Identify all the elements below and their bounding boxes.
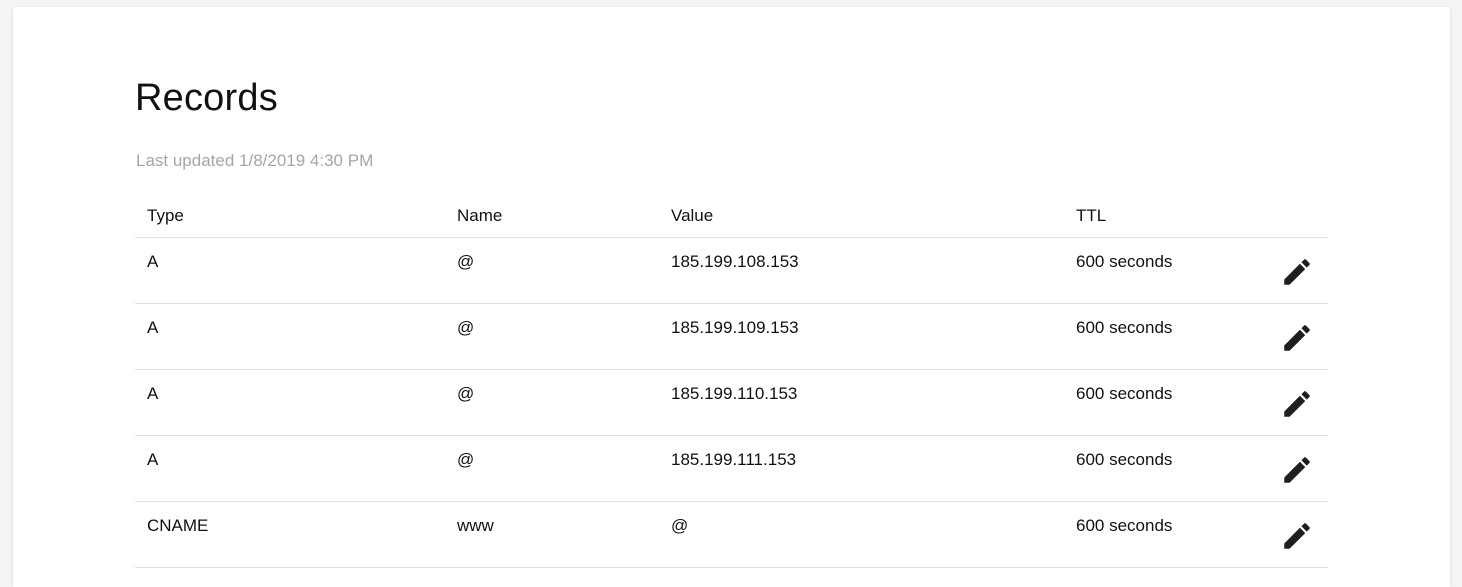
record-name: @	[445, 303, 659, 370]
page-title: Records	[135, 77, 278, 119]
record-actions	[1254, 369, 1328, 436]
record-name: www	[445, 501, 659, 568]
record-actions	[1254, 303, 1328, 370]
table-row: A @ 185.199.109.153 600 seconds	[135, 303, 1328, 370]
record-value: 185.199.109.153	[659, 303, 1064, 370]
records-table: Type Name Value TTL A @ 185.199.108.153 …	[135, 195, 1328, 568]
edit-record-button[interactable]	[1277, 384, 1317, 424]
record-name: @	[445, 237, 659, 304]
column-header-ttl: TTL	[1064, 195, 1254, 238]
edit-record-button[interactable]	[1277, 252, 1317, 292]
pencil-icon	[1284, 523, 1310, 549]
record-type: A	[135, 435, 445, 502]
edit-record-button[interactable]	[1277, 516, 1317, 556]
record-value: @	[659, 501, 1064, 568]
table-row: A @ 185.199.111.153 600 seconds	[135, 435, 1328, 502]
record-name: @	[445, 369, 659, 436]
column-header-type: Type	[135, 195, 445, 238]
record-type: CNAME	[135, 501, 445, 568]
table-row: A @ 185.199.108.153 600 seconds	[135, 237, 1328, 304]
record-type: A	[135, 369, 445, 436]
record-ttl: 600 seconds	[1064, 369, 1254, 436]
column-header-value: Value	[659, 195, 1064, 238]
edit-record-button[interactable]	[1277, 318, 1317, 358]
record-actions	[1254, 435, 1328, 502]
record-ttl: 600 seconds	[1064, 501, 1254, 568]
pencil-icon	[1284, 259, 1310, 285]
record-actions	[1254, 237, 1328, 304]
column-header-actions	[1254, 195, 1328, 238]
record-name: @	[445, 435, 659, 502]
table-row: A @ 185.199.110.153 600 seconds	[135, 369, 1328, 436]
edit-record-button[interactable]	[1277, 450, 1317, 490]
record-type: A	[135, 303, 445, 370]
table-header-row: Type Name Value TTL	[135, 195, 1328, 238]
pencil-icon	[1284, 391, 1310, 417]
record-ttl: 600 seconds	[1064, 435, 1254, 502]
pencil-icon	[1284, 457, 1310, 483]
record-type: A	[135, 237, 445, 304]
record-actions	[1254, 501, 1328, 568]
record-value: 185.199.108.153	[659, 237, 1064, 304]
record-value: 185.199.111.153	[659, 435, 1064, 502]
table-row: CNAME www @ 600 seconds	[135, 501, 1328, 568]
record-ttl: 600 seconds	[1064, 303, 1254, 370]
pencil-icon	[1284, 325, 1310, 351]
record-ttl: 600 seconds	[1064, 237, 1254, 304]
record-value: 185.199.110.153	[659, 369, 1064, 436]
column-header-name: Name	[445, 195, 659, 238]
last-updated-text: Last updated 1/8/2019 4:30 PM	[136, 151, 374, 170]
records-card: Records Last updated 1/8/2019 4:30 PM Ty…	[13, 7, 1450, 587]
